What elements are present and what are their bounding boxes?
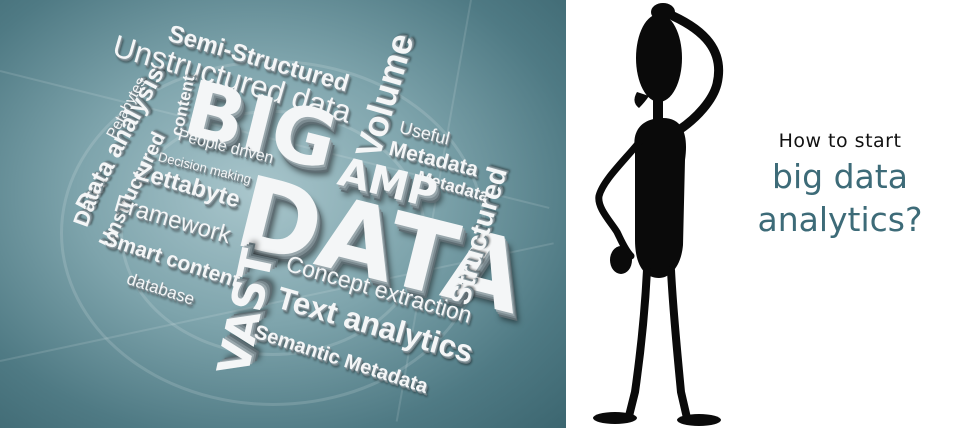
caption: How to start big data analytics? <box>720 130 960 242</box>
big-data-word-cloud: Semi-Structured Unstructured data Petaby… <box>0 0 566 428</box>
caption-line-1: How to start <box>778 130 902 152</box>
caption-line-2: big data <box>772 157 908 196</box>
caption-line-3: analytics? <box>757 199 923 239</box>
